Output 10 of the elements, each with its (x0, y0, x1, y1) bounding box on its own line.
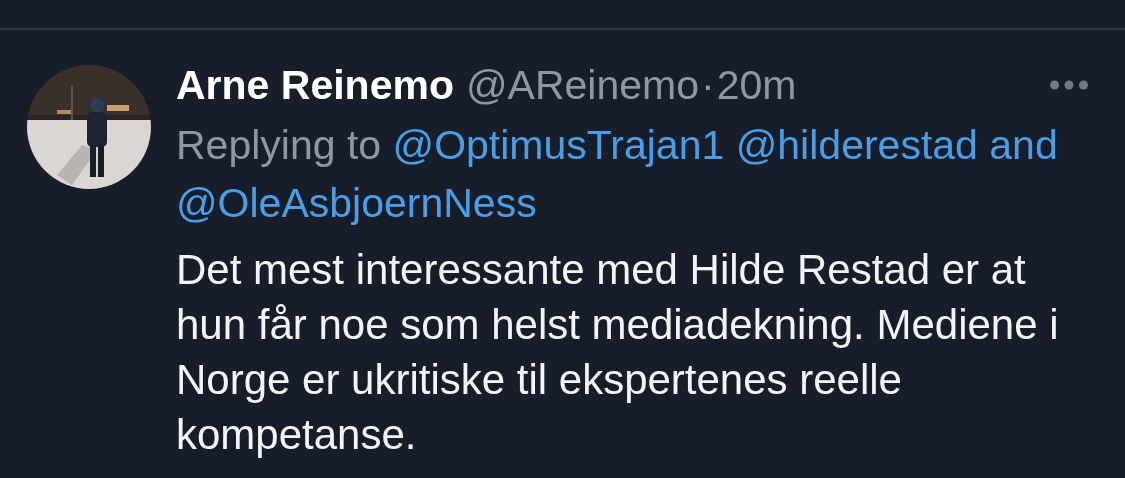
author-handle: @AReinemo (465, 61, 699, 109)
mention-link[interactable]: @OptimusTrajan1 (392, 122, 725, 168)
separator: · (701, 61, 715, 109)
author-name[interactable]: Arne Reinemo (176, 61, 454, 109)
tweet-time: 20m (716, 61, 797, 109)
tweet-text: Det mest interessante med Hilde Restad er at hun får noe som helst mediadekning. Mediene i Norge er ukritiske til ekspertenes reelle kompetanse. (176, 245, 1060, 460)
mention-link[interactable]: @hilderestad (735, 122, 978, 168)
more-icon[interactable] (1050, 80, 1088, 90)
replying-to-text: Replying to @OptimusTrajan1 @hilderestad and @OleAsbjoernNess (176, 121, 1059, 228)
mention-link[interactable]: @OleAsbjoernNess (176, 180, 537, 226)
